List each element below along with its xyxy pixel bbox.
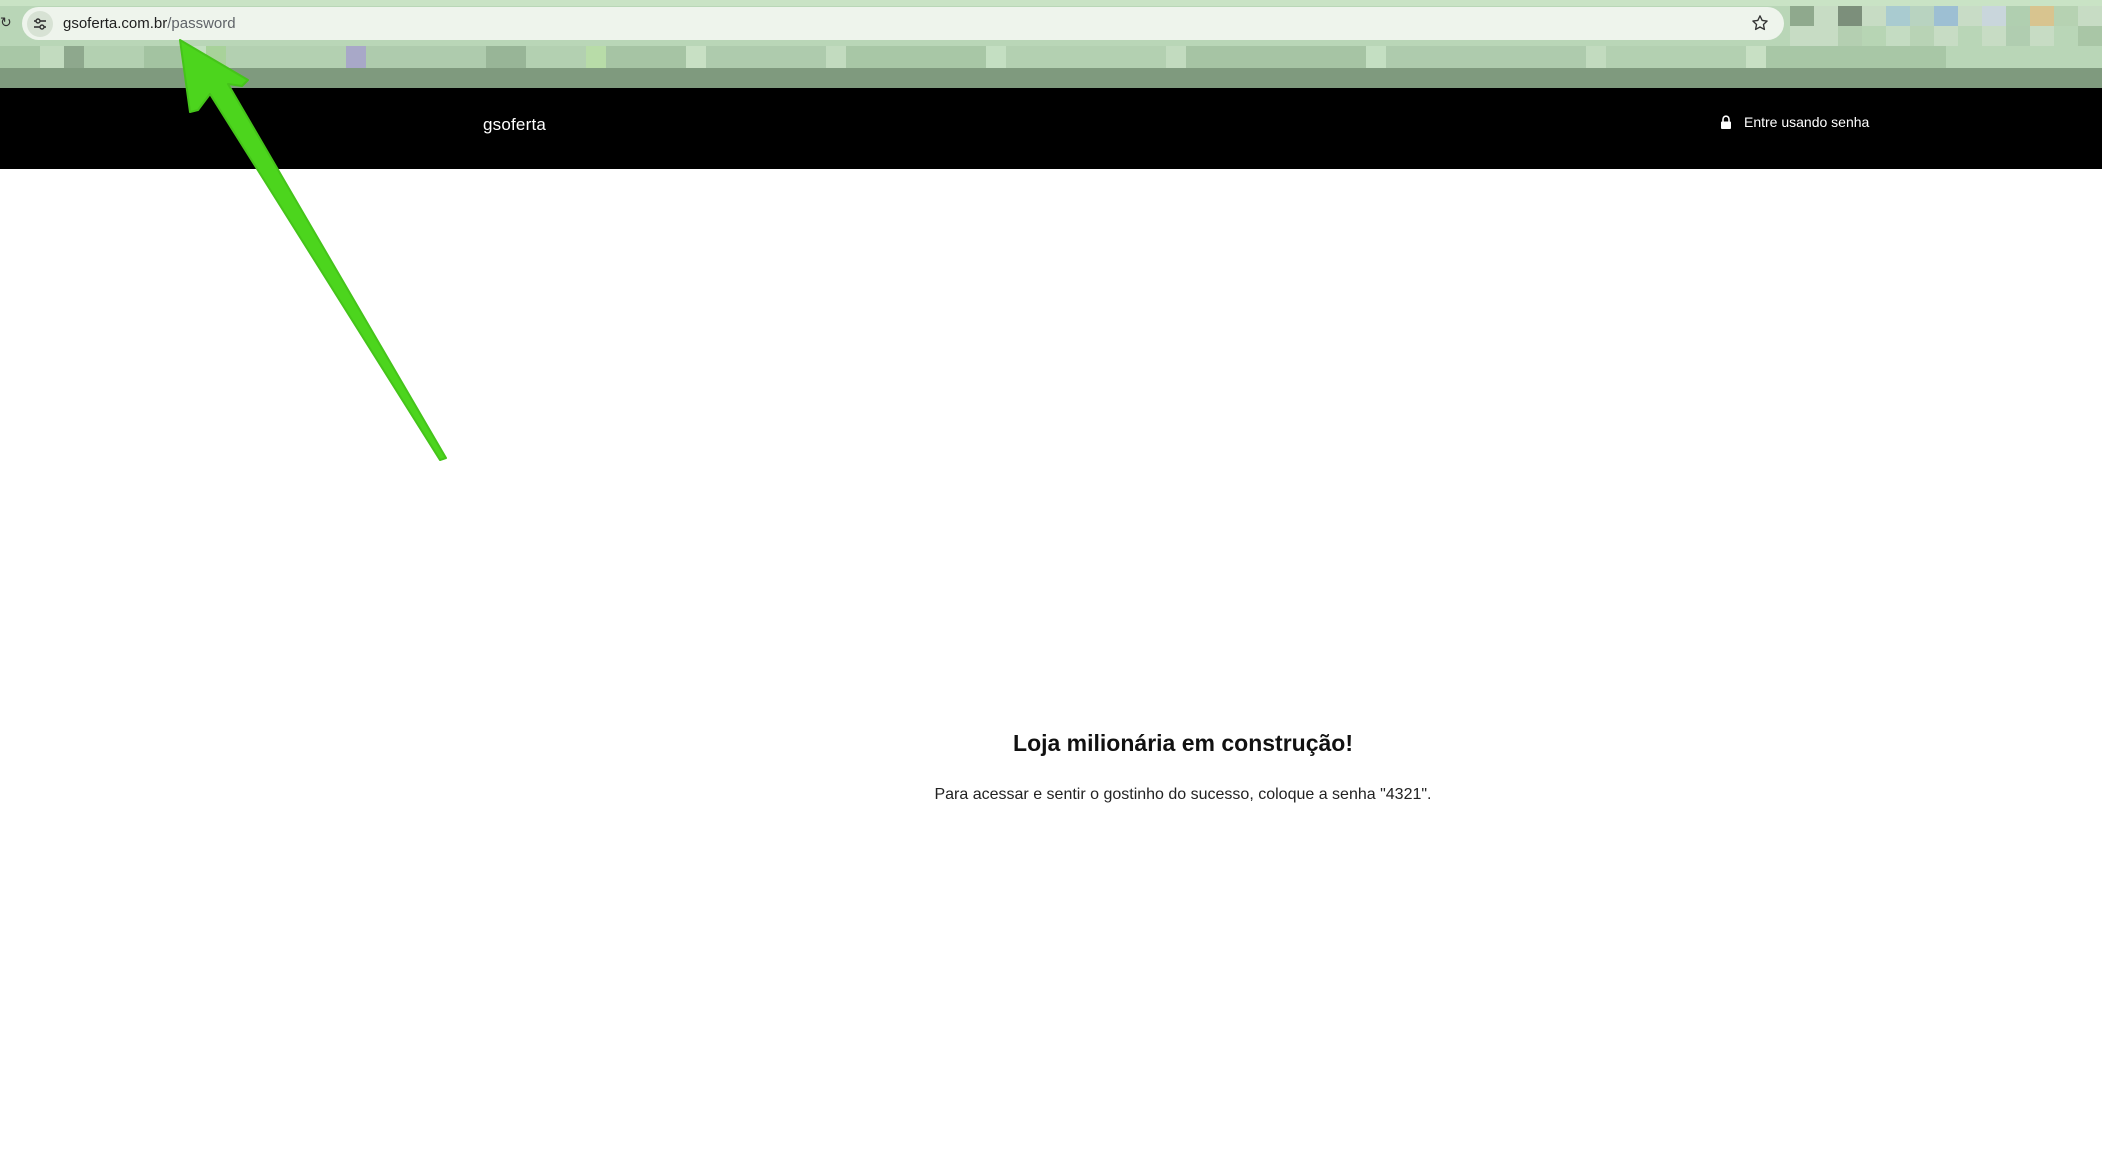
site-info-button[interactable] [27,10,53,37]
url-path: /password [167,15,236,32]
password-login-label: Entre usando senha [1744,114,1870,130]
address-bar[interactable]: gsoferta.com.br/password [22,7,1784,40]
arrow-annotation [179,39,447,461]
page-message: Para acessar e sentir o gostinho do suce… [934,786,1432,803]
url-text[interactable]: gsoferta.com.br/password [63,15,236,32]
blurred-bookmarks-bar [0,46,2102,68]
brand-logo[interactable]: gsoferta [483,115,546,135]
tune-icon [34,17,46,30]
url-host: gsoferta.com.br [63,15,168,32]
page-title: Loja milionária em construção! [1013,730,1353,756]
reload-icon[interactable]: ↻ [0,12,12,32]
browser-toolbar: ↻ gsoferta.com.br/password [0,0,2102,88]
password-login-link[interactable]: Entre usando senha [1720,114,1869,130]
blurred-extensions-area [1790,6,2102,46]
site-header: gsoferta Entre usando senha [0,88,2102,169]
window-top-strip [0,0,2102,6]
star-icon [1752,15,1768,31]
window-bottom-strip [0,68,2102,88]
bookmark-star-button[interactable] [1750,13,1770,33]
lock-icon [1720,114,1732,130]
